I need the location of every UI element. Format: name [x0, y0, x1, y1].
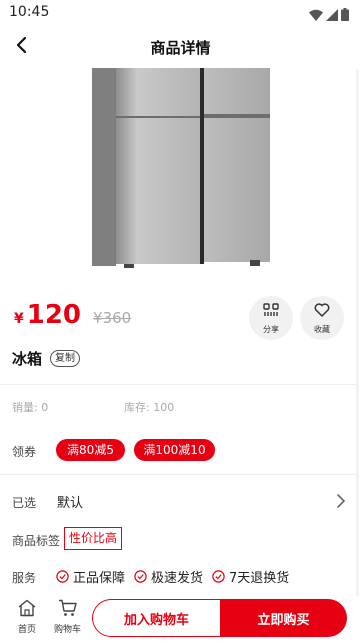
signal-icon [326, 6, 338, 25]
check-circle-icon [134, 570, 147, 583]
divider [0, 474, 357, 475]
nav-cart[interactable]: 购物车 [54, 599, 81, 635]
bottom-action-bar: 首页 购物车 加入购物车 立即购买 [0, 596, 361, 642]
wifi-icon [309, 6, 323, 25]
check-circle-icon [56, 570, 69, 583]
favorite-button[interactable]: 收藏 [300, 296, 344, 340]
stock-count: 库存: 100 [124, 401, 175, 414]
heart-icon [314, 302, 330, 321]
service-item: 7天退换货 [212, 567, 289, 586]
buy-now-button[interactable]: 立即购买 [220, 599, 347, 637]
coupon-label: 领券 [12, 445, 37, 459]
service-text: 极速发货 [151, 571, 204, 586]
status-time: 10:45 [9, 4, 50, 20]
sales-count: 销量: 0 [12, 401, 49, 414]
add-to-cart-button[interactable]: 加入购物车 [92, 599, 220, 637]
selected-label: 已选 [12, 496, 37, 510]
coupon-item[interactable]: 满80减5 [56, 439, 125, 461]
product-image-carousel[interactable] [0, 68, 361, 278]
coupon-item[interactable]: 满100减10 [134, 439, 215, 461]
services-list: 正品保障 极速发货 7天退换货 [56, 567, 298, 586]
status-bar: 10:45 [0, 0, 361, 26]
services-label: 服务 [12, 571, 37, 585]
home-icon [17, 599, 37, 621]
cart-icon [58, 599, 78, 621]
service-text: 正品保障 [73, 571, 126, 586]
product-tag: 性价比高 [64, 527, 123, 550]
original-price: ¥360 [93, 309, 132, 327]
service-item: 极速发货 [134, 567, 203, 586]
home-label: 首页 [17, 625, 36, 635]
stats-row: 销量: 0 库存: 100 [12, 399, 174, 415]
cart-label: 购物车 [54, 625, 82, 635]
share-label: 分享 [263, 324, 279, 334]
battery-icon [341, 6, 349, 25]
service-text: 7天退换货 [229, 571, 290, 586]
share-icon [263, 302, 279, 321]
selected-value: 默认 [57, 496, 84, 511]
product-title-row: 冰箱 复制 [12, 348, 81, 369]
scrollbar[interactable] [356, 70, 359, 618]
chevron-right-icon [336, 493, 346, 512]
favorite-label: 收藏 [314, 324, 330, 334]
divider [0, 384, 357, 385]
check-circle-icon [212, 570, 225, 583]
product-name: 冰箱 [12, 350, 43, 368]
service-item: 正品保障 [56, 567, 125, 586]
tags-label: 商品标签 [12, 534, 61, 548]
product-image [92, 68, 270, 268]
share-button[interactable]: 分享 [249, 296, 293, 340]
status-icons [309, 6, 349, 25]
nav-home[interactable]: 首页 [17, 599, 37, 635]
price-row: ¥ 120 ¥360 [14, 300, 131, 336]
copy-button[interactable]: 复制 [50, 350, 81, 367]
price-value: 120 [26, 300, 82, 330]
price-currency: ¥ [14, 311, 24, 327]
page-title: 商品详情 [150, 39, 211, 57]
header: 商品详情 [0, 28, 361, 66]
